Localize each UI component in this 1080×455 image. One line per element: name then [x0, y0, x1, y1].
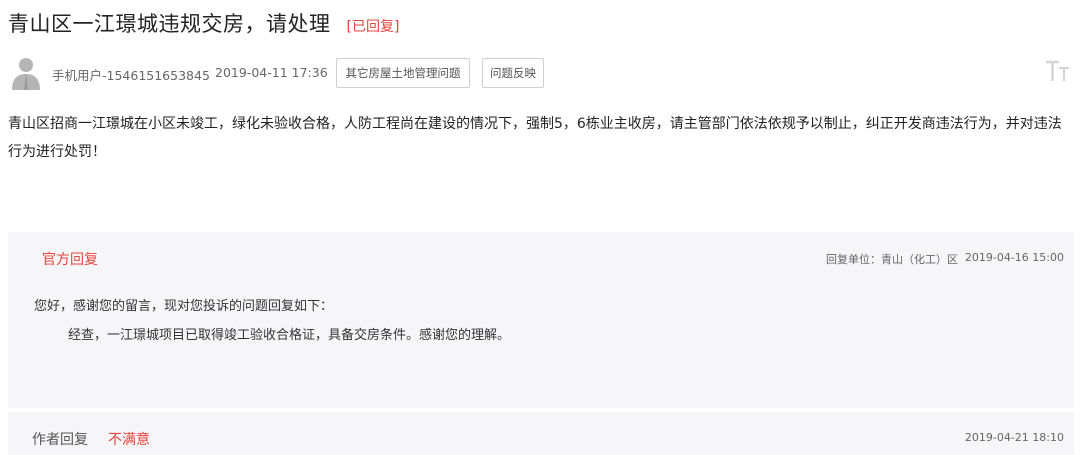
- author-reply-label: 作者回复: [32, 432, 88, 448]
- author-reply-panel: 作者回复 不满意 2019-04-21 18:10: [8, 412, 1074, 455]
- official-reply-panel: 官方回复 回复单位：青山（化工）区 2019-04-16 15:00 您好，感谢…: [8, 232, 1074, 408]
- post-title: 青山区一江璟城违规交房，请处理: [8, 12, 331, 36]
- official-reply-label: 官方回复: [42, 252, 98, 268]
- post-timestamp: 2019-04-11 17:36: [215, 65, 328, 80]
- type-tag[interactable]: 问题反映: [482, 58, 544, 88]
- author-reply-timestamp: 2019-04-21 18:10: [964, 431, 1064, 444]
- category-tag[interactable]: 其它房屋土地管理问题: [336, 58, 470, 88]
- post-meta: 手机用户-1546151653845 2019-04-11 17:36 其它房屋…: [8, 54, 1072, 90]
- post-content: 青山区招商一江璟城在小区未竣工，绿化未验收合格，人防工程尚在建设的情况下，强制5…: [8, 116, 1062, 160]
- reply-timestamp: 2019-04-16 15:00: [964, 251, 1064, 264]
- status-badge: [已回复]: [346, 19, 400, 35]
- reply-unit: 回复单位：青山（化工）区: [826, 253, 958, 266]
- reply-greeting: 您好，感谢您的留言，现对您投诉的问题回复如下：: [34, 299, 334, 314]
- user-avatar-icon: [10, 56, 42, 90]
- text-size-icon[interactable]: [1044, 57, 1072, 85]
- reply-body: 经查，一江璟城项目已取得竣工验收合格证，具备交房条件。感谢您的理解。: [68, 328, 511, 343]
- author-name[interactable]: 手机用户-1546151653845: [52, 65, 210, 84]
- post-header: 青山区一江璟城违规交房，请处理 [已回复]: [8, 8, 399, 38]
- satisfaction-rating: 不满意: [108, 432, 150, 448]
